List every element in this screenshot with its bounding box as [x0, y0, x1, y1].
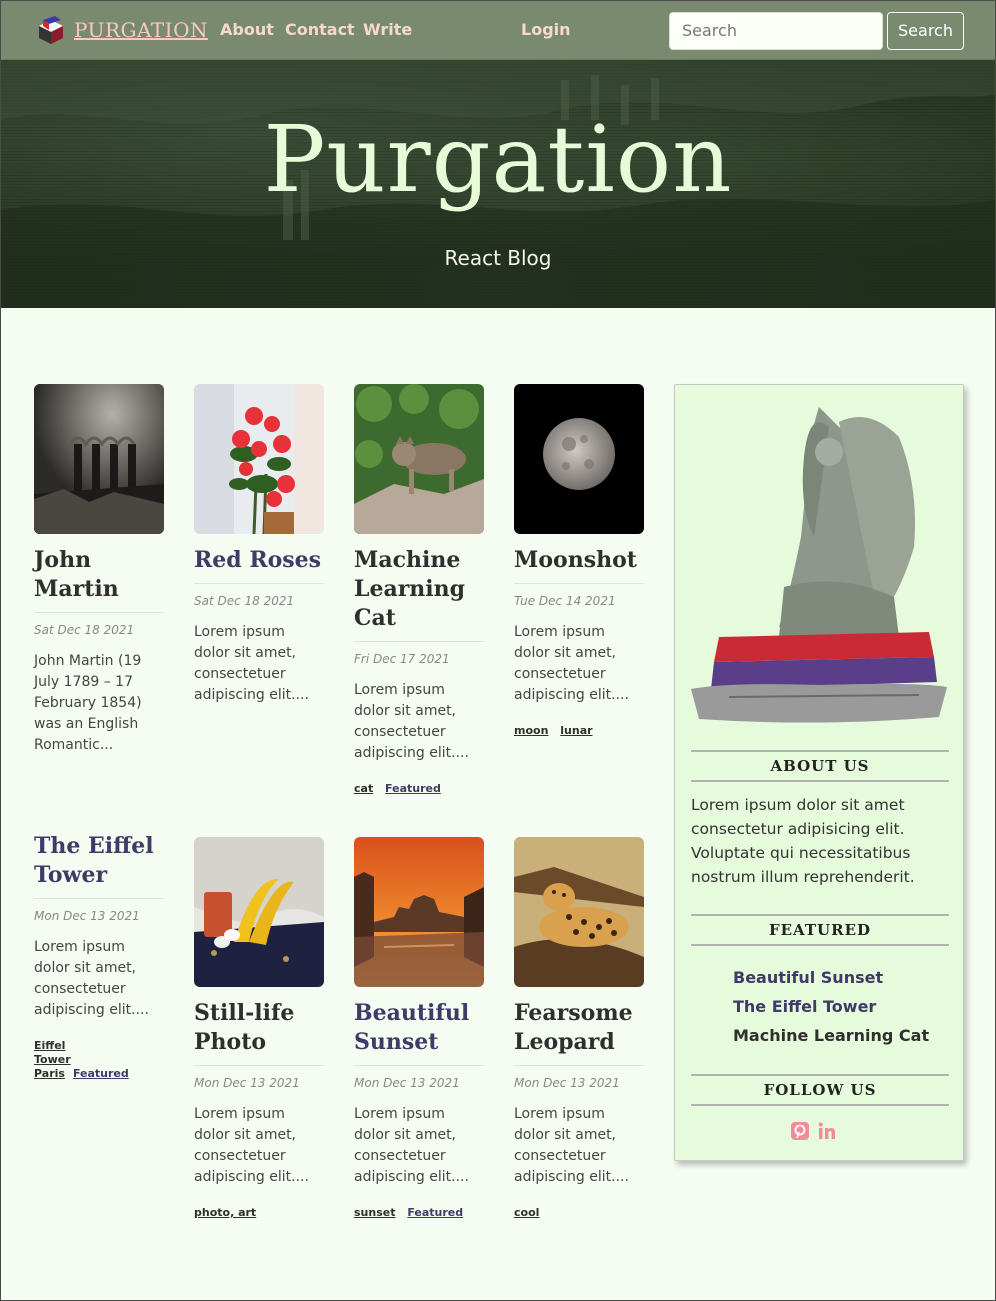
post-description: Lorem ipsum dolor sit amet, consectetuer… — [354, 682, 469, 761]
post-tags: cool — [514, 1206, 644, 1219]
post-description: Lorem ipsum dolor sit amet, consectetuer… — [514, 624, 629, 703]
post-image[interactable] — [34, 384, 164, 534]
post-date: Fri Dec 17 2021 — [354, 652, 450, 666]
post-tags: cat Featured — [354, 782, 484, 795]
featured-heading: FEATURED — [691, 914, 949, 946]
tag-link[interactable]: moon — [514, 724, 548, 737]
pinterest-icon[interactable] — [791, 1122, 809, 1140]
post-image[interactable] — [194, 837, 324, 987]
nav-contact[interactable]: Contact — [285, 20, 355, 39]
post-title[interactable]: Moonshot — [514, 546, 644, 584]
post-title[interactable]: Machine Learning Cat — [354, 546, 484, 642]
nav-about[interactable]: About — [220, 20, 274, 39]
post-date: Mon Dec 13 2021 — [354, 1076, 460, 1090]
post-title[interactable]: Still-life Photo — [194, 999, 324, 1066]
post-title[interactable]: Red Roses — [194, 546, 324, 584]
brand-name[interactable]: PURGATION — [74, 18, 208, 42]
about-heading: ABOUT US — [691, 750, 949, 782]
post-date: Mon Dec 13 2021 — [194, 1076, 300, 1090]
tag-link[interactable]: cat — [354, 782, 373, 795]
post-title[interactable]: Fearsome Leopard — [514, 999, 644, 1066]
search-input[interactable]: Search — [669, 12, 883, 50]
search-button[interactable]: Search — [887, 12, 964, 50]
post-description: John Martin (19 July 1789 – 17 February … — [34, 653, 142, 753]
post-card[interactable]: Red Roses Sat Dec 18 2021 Lorem ipsum do… — [194, 384, 324, 706]
brand[interactable]: PURGATION — [33, 13, 208, 47]
featured-link[interactable]: Beautiful Sunset — [733, 968, 883, 987]
tag-link[interactable]: photo, art — [194, 1206, 256, 1219]
post-description: Lorem ipsum dolor sit amet, consectetuer… — [194, 1106, 309, 1185]
post-date: Mon Dec 13 2021 — [34, 909, 140, 923]
brand-logo-icon — [33, 14, 69, 46]
post-image[interactable] — [514, 384, 644, 534]
post-date: Mon Dec 13 2021 — [514, 1076, 620, 1090]
post-card[interactable]: Beautiful Sunset Mon Dec 13 2021 Lorem i… — [354, 837, 484, 1219]
post-description: Lorem ipsum dolor sit amet, consectetuer… — [354, 1106, 469, 1185]
post-tags: Eiffel TowerParis Featured — [34, 1039, 164, 1081]
post-tags: sunset Featured — [354, 1206, 484, 1219]
post-date: Tue Dec 14 2021 — [514, 594, 616, 608]
featured-link[interactable]: Machine Learning Cat — [733, 1026, 929, 1045]
post-date: Sat Dec 18 2021 — [34, 623, 135, 637]
post-card[interactable]: Moonshot Tue Dec 14 2021 Lorem ipsum dol… — [514, 384, 644, 737]
angel-statue-image — [691, 407, 947, 723]
tag-link[interactable]: Featured — [407, 1206, 463, 1219]
post-card[interactable]: Fearsome Leopard Mon Dec 13 2021 Lorem i… — [514, 837, 644, 1219]
hero-title: Purgation — [263, 106, 733, 213]
post-image[interactable] — [194, 384, 324, 534]
post-title[interactable]: The Eiffel Tower — [34, 832, 164, 899]
hero-banner: Purgation React Blog — [1, 60, 995, 308]
post-tags: moon lunar — [514, 724, 644, 737]
post-title[interactable]: Beautiful Sunset — [354, 999, 484, 1066]
post-card[interactable]: Machine Learning Cat Fri Dec 17 2021 Lor… — [354, 384, 484, 795]
navbar: PURGATION About Contact Write Login Sear… — [1, 1, 995, 60]
tag-link[interactable]: lunar — [560, 724, 592, 737]
tag-link[interactable]: Featured — [385, 782, 441, 795]
about-text: Lorem ipsum dolor sit amet consectetur a… — [691, 796, 915, 886]
tag-link[interactable]: Paris — [34, 1067, 65, 1080]
sidebar: ABOUT US Lorem ipsum dolor sit amet cons… — [674, 384, 964, 1161]
post-image[interactable] — [354, 384, 484, 534]
linkedin-icon[interactable] — [818, 1122, 836, 1140]
follow-heading: FOLLOW US — [691, 1074, 949, 1106]
post-description: Lorem ipsum dolor sit amet, consectetuer… — [514, 1106, 629, 1185]
post-title[interactable]: John Martin — [34, 546, 164, 613]
post-date: Sat Dec 18 2021 — [194, 594, 295, 608]
nav-write[interactable]: Write — [363, 20, 412, 39]
post-card[interactable]: Still-life Photo Mon Dec 13 2021 Lorem i… — [194, 837, 324, 1219]
hero-subtitle: React Blog — [444, 246, 552, 270]
tag-link[interactable]: Eiffel Tower — [34, 1039, 74, 1067]
post-tags: photo, art — [194, 1206, 324, 1219]
post-card[interactable]: The Eiffel Tower Mon Dec 13 2021 Lorem i… — [34, 822, 164, 1081]
tag-link[interactable]: Featured — [73, 1067, 129, 1080]
featured-link[interactable]: The Eiffel Tower — [733, 997, 876, 1016]
post-description: Lorem ipsum dolor sit amet, consectetuer… — [34, 939, 149, 1018]
post-image[interactable] — [514, 837, 644, 987]
post-image[interactable] — [354, 837, 484, 987]
tag-link[interactable]: cool — [514, 1206, 539, 1219]
nav-login[interactable]: Login — [521, 20, 571, 39]
post-card[interactable]: John Martin Sat Dec 18 2021 John Martin … — [34, 384, 164, 756]
post-description: Lorem ipsum dolor sit amet, consectetuer… — [194, 624, 309, 703]
tag-link[interactable]: sunset — [354, 1206, 395, 1219]
